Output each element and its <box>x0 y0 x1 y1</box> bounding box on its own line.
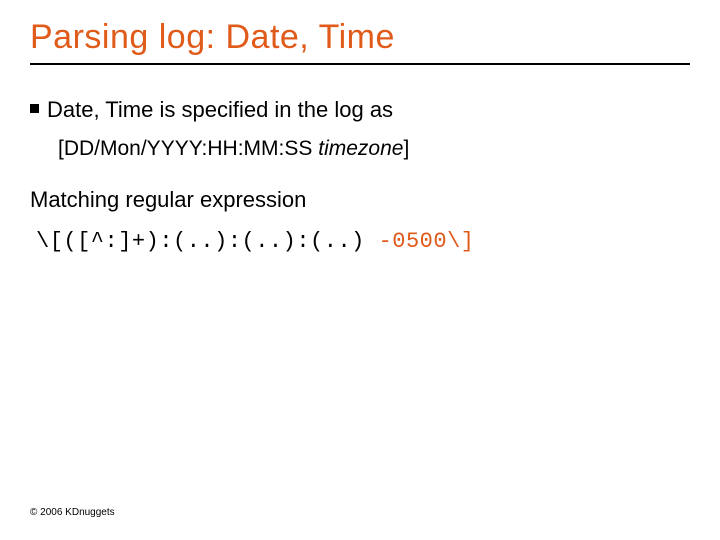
regex-orange: -0500\] <box>379 229 475 254</box>
copyright: © 2006 KDnuggets <box>30 507 115 518</box>
bullet-row: Date, Time is specified in the log as <box>30 95 690 125</box>
regex-black: \[([^:]+):(..):(..):(..) <box>36 229 379 254</box>
matching-line: Matching regular expression <box>30 187 690 213</box>
regex-line: \[([^:]+):(..):(..):(..) -0500\] <box>36 229 690 254</box>
title-rule <box>30 63 690 65</box>
date-format-line: [DD/Mon/YYYY:HH:MM:SS timezone] <box>58 137 690 161</box>
square-bullet-icon <box>30 104 39 113</box>
format-plain: [DD/Mon/YYYY:HH:MM:SS <box>58 137 318 160</box>
slide-title: Parsing log: Date, Time <box>30 18 690 57</box>
format-timezone: timezone <box>318 137 403 160</box>
format-tail: ] <box>403 137 409 160</box>
bullet-text: Date, Time is specified in the log as <box>47 95 393 125</box>
